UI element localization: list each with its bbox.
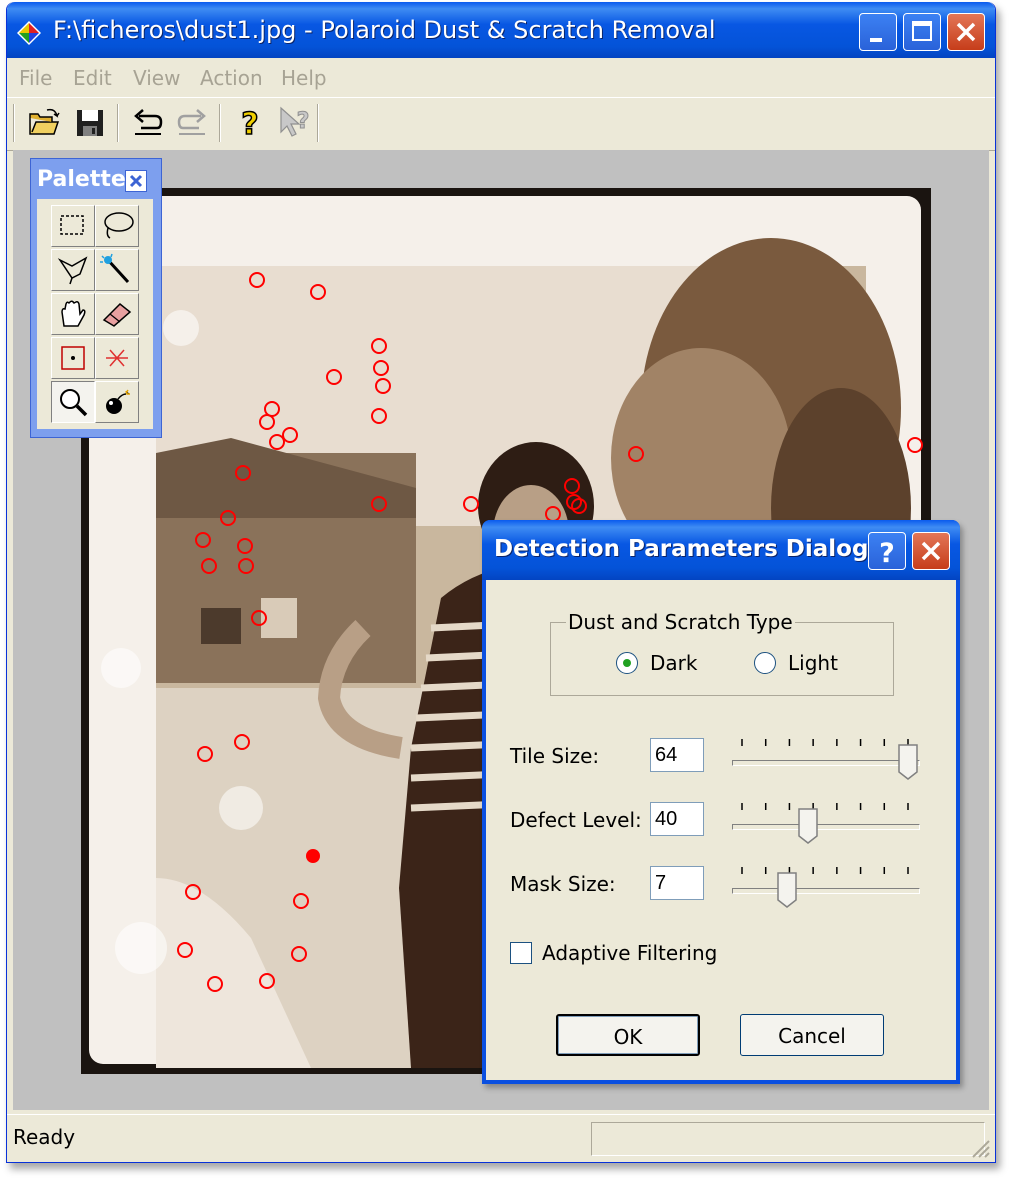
- adaptive-filtering-checkbox[interactable]: [510, 942, 532, 964]
- tile-size-label: Tile Size:: [510, 744, 600, 768]
- window-title: F:\ficheros\dust1.jpg - Polaroid Dust & …: [53, 16, 716, 44]
- toolbar-separator: [117, 104, 119, 142]
- cross-marker-tool[interactable]: [95, 337, 139, 379]
- close-icon: [129, 174, 143, 188]
- minimize-button[interactable]: [859, 13, 897, 51]
- resize-grip-icon[interactable]: [969, 1137, 991, 1159]
- palette-tools: [37, 199, 153, 429]
- mask-size-label: Mask Size:: [510, 872, 616, 896]
- zoom-tool[interactable]: [51, 381, 95, 423]
- rectangle-select-tool[interactable]: [51, 205, 95, 247]
- dialog-close-button[interactable]: [912, 532, 950, 570]
- detection-parameters-dialog: Detection Parameters Dialog ? Dust and S…: [482, 520, 960, 1084]
- dialog-body: Dust and Scratch Type Dark Light Tile Si…: [486, 580, 956, 1080]
- adaptive-filtering-label[interactable]: Adaptive Filtering: [542, 941, 717, 965]
- toolbar: ? ?: [7, 97, 995, 151]
- defect-level-slider[interactable]: [798, 808, 819, 844]
- mask-size-track: [732, 888, 920, 894]
- maximize-button[interactable]: [903, 13, 941, 51]
- eraser-icon: [102, 302, 132, 327]
- svg-text:?: ?: [879, 538, 895, 569]
- toolbar-separator: [219, 104, 221, 142]
- status-text: Ready: [13, 1125, 76, 1149]
- dialog-title: Detection Parameters Dialog: [494, 536, 869, 562]
- app-icon: [17, 21, 41, 45]
- lasso-tool[interactable]: [95, 205, 139, 247]
- palette-window[interactable]: Palette: [30, 158, 162, 438]
- status-pane: [591, 1122, 985, 1156]
- close-icon: [921, 541, 941, 561]
- zoom-icon: [60, 389, 88, 417]
- polygon-lasso-icon: [57, 256, 88, 285]
- status-bar: Ready: [7, 1114, 995, 1162]
- toolbar-separator: [317, 104, 319, 142]
- close-icon: [956, 22, 976, 42]
- radio-dark[interactable]: [616, 652, 638, 674]
- redo-icon[interactable]: [175, 104, 209, 142]
- eraser-tool[interactable]: [95, 293, 139, 335]
- dialog-help-button[interactable]: ?: [868, 532, 906, 570]
- maximize-icon: [912, 21, 932, 41]
- radio-light[interactable]: [754, 652, 776, 674]
- defect-level-label: Defect Level:: [510, 808, 642, 832]
- dialog-title-bar[interactable]: Detection Parameters Dialog ?: [482, 520, 960, 580]
- defect-level-input[interactable]: 40: [650, 802, 704, 836]
- svg-text:?: ?: [241, 107, 258, 142]
- minimize-icon: [870, 38, 882, 42]
- tile-size-ticks: [732, 732, 918, 746]
- palette-title: Palette: [37, 167, 126, 192]
- dust-type-label: Dust and Scratch Type: [566, 610, 795, 634]
- defect-level-track: [732, 824, 920, 830]
- bomb-icon: [106, 389, 130, 414]
- ok-button[interactable]: OK: [556, 1014, 700, 1056]
- menu-file[interactable]: File: [19, 66, 52, 90]
- undo-icon[interactable]: [131, 104, 165, 142]
- bomb-tool[interactable]: [95, 381, 139, 423]
- tile-size-slider[interactable]: [898, 744, 918, 780]
- menu-action[interactable]: Action: [200, 66, 263, 90]
- tile-size-input[interactable]: 64: [650, 738, 704, 772]
- mask-size-ticks: [732, 860, 918, 874]
- palette-close-button[interactable]: [125, 170, 147, 192]
- polygon-lasso-tool[interactable]: [51, 249, 95, 291]
- save-icon[interactable]: [73, 104, 107, 142]
- open-folder-icon[interactable]: [27, 104, 61, 142]
- toolbar-grip: [13, 104, 15, 142]
- radio-dark-label[interactable]: Dark: [650, 651, 697, 675]
- tile-size-track: [732, 760, 920, 766]
- mask-size-input[interactable]: 7: [650, 866, 704, 900]
- title-bar[interactable]: F:\ficheros\dust1.jpg - Polaroid Dust & …: [7, 2, 995, 58]
- help-icon: ?: [879, 538, 895, 569]
- defect-level-ticks: [732, 796, 918, 810]
- magic-wand-tool[interactable]: [95, 249, 139, 291]
- svg-text:?: ?: [297, 109, 310, 134]
- menu-edit[interactable]: Edit: [73, 66, 112, 90]
- menu-view[interactable]: View: [133, 66, 180, 90]
- lasso-icon: [104, 212, 134, 239]
- magic-wand-icon: [100, 253, 130, 284]
- close-button[interactable]: [947, 13, 985, 51]
- radio-light-label[interactable]: Light: [788, 651, 838, 675]
- menu-help[interactable]: Help: [281, 66, 327, 90]
- help-icon[interactable]: ?: [233, 104, 267, 142]
- radio-dark-selected: [623, 659, 631, 667]
- cancel-button[interactable]: Cancel: [740, 1014, 884, 1056]
- point-marker-icon: [61, 346, 85, 370]
- cross-marker-icon: [106, 349, 128, 367]
- menu-bar: File Edit View Action Help: [7, 58, 995, 96]
- context-help-icon[interactable]: ?: [277, 104, 311, 142]
- hand-tool[interactable]: [51, 293, 95, 335]
- mask-size-slider[interactable]: [777, 872, 797, 908]
- hand-icon: [61, 300, 86, 327]
- rectangle-select-icon: [60, 215, 84, 235]
- point-marker-tool[interactable]: [51, 337, 95, 379]
